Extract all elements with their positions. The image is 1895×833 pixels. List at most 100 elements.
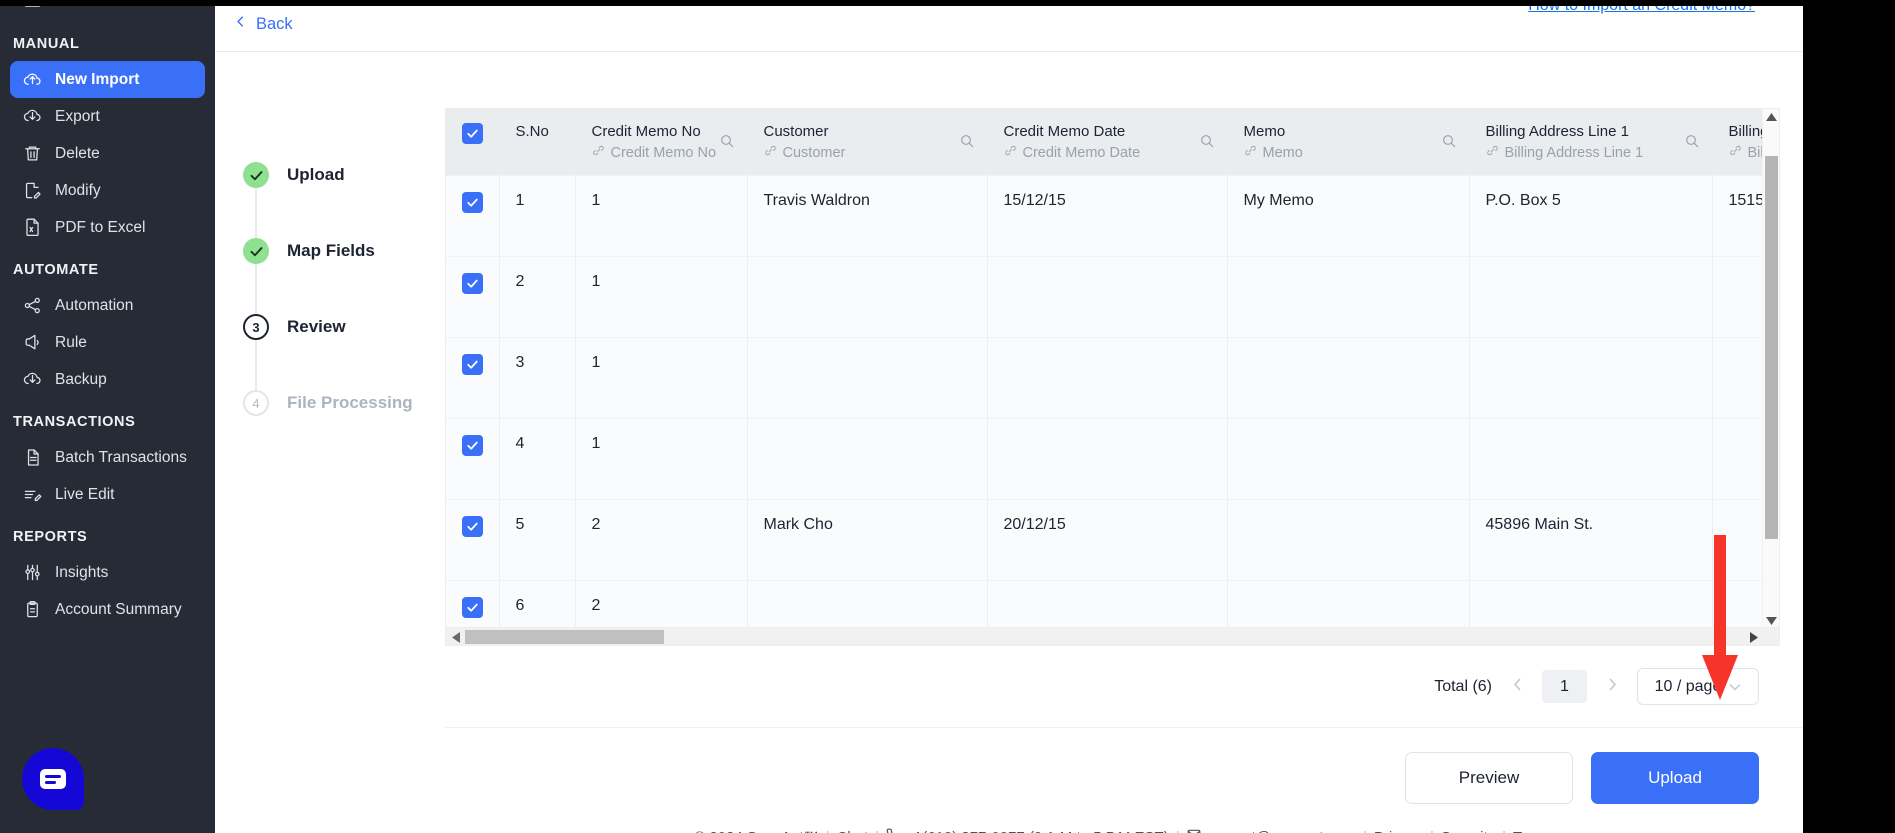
cell-bill2[interactable] xyxy=(1712,418,1764,500)
cell-memo[interactable] xyxy=(1227,580,1470,629)
cell-memo[interactable] xyxy=(1227,256,1470,338)
cell-bill1[interactable]: 45896 Main St. xyxy=(1469,499,1713,581)
cell-cust[interactable] xyxy=(747,256,988,338)
page-number-1[interactable]: 1 xyxy=(1542,670,1587,703)
row-checkbox[interactable] xyxy=(462,353,483,375)
cell-cmdt[interactable] xyxy=(987,418,1228,500)
sidebar-item-backup[interactable]: Backup xyxy=(10,361,205,398)
footer-email[interactable]: support@saasant.com xyxy=(1187,828,1356,833)
table-horizontal-scrollbar[interactable] xyxy=(446,627,1779,645)
preview-button[interactable]: Preview xyxy=(1405,752,1573,804)
how-to-import-link[interactable]: How to Import an Credit Memo? xyxy=(1528,6,1755,15)
cell-cmno[interactable]: 2 xyxy=(575,580,748,629)
column-header-cmdt[interactable]: Credit Memo Date Credit Memo Date xyxy=(987,109,1228,176)
cell-memo[interactable] xyxy=(1227,418,1470,500)
sidebar-item-automation[interactable]: Automation xyxy=(10,287,205,324)
next-page-button[interactable] xyxy=(1601,677,1623,696)
step-map-fields[interactable]: Map Fields xyxy=(243,213,445,315)
column-header-cb[interactable] xyxy=(446,109,500,176)
sidebar-item-delete[interactable]: Delete xyxy=(10,135,205,172)
cell-sno[interactable]: 4 xyxy=(499,418,576,500)
step-file-processing[interactable]: 4 File Processing xyxy=(243,365,445,441)
cell-cust[interactable] xyxy=(747,337,988,419)
table-row[interactable]: 31 xyxy=(446,337,1764,419)
sidebar-item-modify[interactable]: Modify xyxy=(10,172,205,209)
table-row[interactable]: 62 xyxy=(446,580,1764,629)
footer-phone[interactable]: +1(619) 377-0977 (9 A.M to 5 P.M EST) xyxy=(886,828,1169,833)
cell-sno[interactable]: 1 xyxy=(499,175,576,257)
cell-cmno[interactable]: 1 xyxy=(575,256,748,338)
sidebar-item-account-summary[interactable]: Account Summary xyxy=(10,591,205,628)
row-checkbox[interactable] xyxy=(462,596,483,618)
cell-cmno[interactable]: 1 xyxy=(575,175,748,257)
cell-bill1[interactable] xyxy=(1469,418,1713,500)
sidebar-item-batch-transactions[interactable]: Batch Transactions xyxy=(10,439,205,476)
scroll-left-arrow[interactable] xyxy=(449,630,463,644)
column-header-bill2[interactable]: Billing Address Line 2 Billing Address Li… xyxy=(1712,109,1764,176)
cell-bill1[interactable] xyxy=(1469,580,1713,629)
footer-privacy-link[interactable]: Privacy xyxy=(1374,829,1423,833)
cell-cmdt[interactable]: 15/12/15 xyxy=(987,175,1228,257)
cell-bill1[interactable] xyxy=(1469,337,1713,419)
search-icon[interactable] xyxy=(1199,133,1215,149)
cell-sno[interactable]: 2 xyxy=(499,256,576,338)
cell-memo[interactable] xyxy=(1227,499,1470,581)
row-checkbox-cell[interactable] xyxy=(446,337,500,419)
prev-page-button[interactable] xyxy=(1506,677,1528,696)
step-upload[interactable]: Upload xyxy=(243,137,445,239)
search-icon[interactable] xyxy=(719,133,735,149)
table-vertical-scrollbar[interactable] xyxy=(1762,109,1779,629)
scroll-up-arrow[interactable] xyxy=(1763,109,1779,125)
column-header-bill1[interactable]: Billing Address Line 1 Billing Address Li… xyxy=(1469,109,1713,176)
page-size-select[interactable]: 10 / page xyxy=(1637,668,1759,705)
footer-terms-link[interactable]: Terms xyxy=(1513,829,1554,833)
sidebar-item-rule[interactable]: Rule xyxy=(10,324,205,361)
step-review[interactable]: 3 Review xyxy=(243,289,445,391)
row-checkbox[interactable] xyxy=(462,272,483,294)
cell-cmno[interactable]: 1 xyxy=(575,337,748,419)
row-checkbox[interactable] xyxy=(462,191,483,213)
row-checkbox[interactable] xyxy=(462,434,483,456)
cell-bill2[interactable] xyxy=(1712,256,1764,338)
row-checkbox-cell[interactable] xyxy=(446,256,500,338)
cell-bill1[interactable] xyxy=(1469,256,1713,338)
search-icon[interactable] xyxy=(959,133,975,149)
table-scroll-area[interactable]: S.No Credit Memo No Credit Memo No Customer… xyxy=(446,109,1764,629)
table-row[interactable]: 21 xyxy=(446,256,1764,338)
cell-sno[interactable]: 3 xyxy=(499,337,576,419)
cell-cmdt[interactable] xyxy=(987,337,1228,419)
footer-chat-link[interactable]: Chat xyxy=(837,829,869,833)
cell-cust[interactable]: Mark Cho xyxy=(747,499,988,581)
column-header-memo[interactable]: Memo Memo xyxy=(1227,109,1470,176)
upload-button[interactable]: Upload xyxy=(1591,752,1759,804)
select-all-checkbox[interactable] xyxy=(462,123,483,144)
row-checkbox-cell[interactable] xyxy=(446,418,500,500)
cell-memo[interactable]: My Memo xyxy=(1227,175,1470,257)
chat-widget-button[interactable] xyxy=(22,748,84,810)
horizontal-scroll-thumb[interactable] xyxy=(465,630,664,644)
cell-bill1[interactable]: P.O. Box 5 xyxy=(1469,175,1713,257)
sidebar-item-accounts-clipped[interactable]: Accounts xyxy=(0,6,215,20)
search-icon[interactable] xyxy=(1684,133,1700,149)
row-checkbox-cell[interactable] xyxy=(446,175,500,257)
sidebar-item-pdf-to-excel[interactable]: PDF to Excel xyxy=(10,209,205,246)
row-checkbox-cell[interactable] xyxy=(446,499,500,581)
cell-sno[interactable]: 6 xyxy=(499,580,576,629)
column-header-cust[interactable]: Customer Customer xyxy=(747,109,988,176)
search-icon[interactable] xyxy=(1441,133,1457,149)
sidebar-item-new-import[interactable]: New Import xyxy=(10,61,205,98)
cell-cmno[interactable]: 1 xyxy=(575,418,748,500)
table-row[interactable]: 1 1 Travis Waldron 15/12/15 My Memo P.O. Box … xyxy=(446,175,1764,257)
column-header-sno[interactable]: S.No xyxy=(499,109,576,176)
sidebar-item-export[interactable]: Export xyxy=(10,98,205,135)
cell-cmno[interactable]: 2 xyxy=(575,499,748,581)
cell-sno[interactable]: 5 xyxy=(499,499,576,581)
back-button[interactable]: Back xyxy=(233,14,293,34)
footer-security-link[interactable]: Security xyxy=(1441,829,1495,833)
cell-cust[interactable] xyxy=(747,418,988,500)
vertical-scroll-thumb[interactable] xyxy=(1765,156,1778,539)
row-checkbox-cell[interactable] xyxy=(446,580,500,629)
cell-bill2[interactable]: 1515 Main St. xyxy=(1712,175,1764,257)
cell-cmdt[interactable] xyxy=(987,256,1228,338)
cell-memo[interactable] xyxy=(1227,337,1470,419)
